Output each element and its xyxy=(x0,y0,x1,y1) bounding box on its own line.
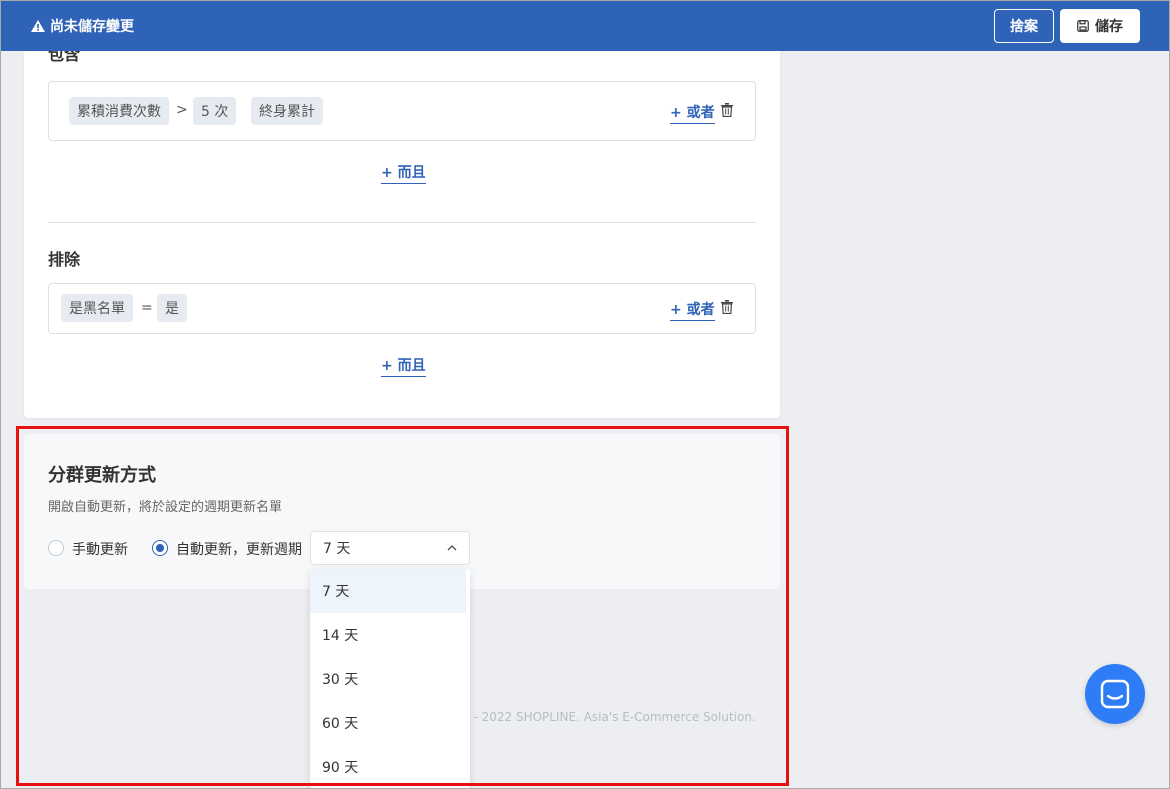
rule-operator: > xyxy=(176,102,188,118)
floppy-disk-icon xyxy=(1077,20,1089,32)
trash-icon[interactable] xyxy=(721,103,733,117)
rule-value-chip[interactable]: 是 xyxy=(157,294,187,322)
add-and-condition-link[interactable]: + 而且 xyxy=(381,162,426,184)
trash-icon[interactable] xyxy=(721,300,733,314)
rule-period-chip[interactable]: 終身累計 xyxy=(251,97,323,125)
highlight-annotation-box xyxy=(16,426,789,786)
unsaved-changes-bar: 尚未儲存變更 捨案 儲存 xyxy=(0,0,1170,51)
add-or-condition-link[interactable]: + 或者 xyxy=(670,102,715,124)
exclude-section-title: 排除 xyxy=(48,250,81,269)
warning-icon xyxy=(31,19,45,32)
chat-icon xyxy=(1100,679,1130,709)
rule-field-chip[interactable]: 累積消費次數 xyxy=(69,97,169,125)
unsaved-notice: 尚未儲存變更 xyxy=(31,16,134,36)
chat-launcher-button[interactable] xyxy=(1085,664,1145,724)
rule-operator: = xyxy=(141,300,153,316)
add-or-condition-link[interactable]: + 或者 xyxy=(670,299,715,321)
discard-button[interactable]: 捨案 xyxy=(994,9,1054,43)
section-divider xyxy=(48,222,756,223)
unsaved-text: 尚未儲存變更 xyxy=(50,18,134,35)
save-button[interactable]: 儲存 xyxy=(1060,9,1140,43)
save-label: 儲存 xyxy=(1095,19,1123,35)
exclude-rule-row xyxy=(48,283,756,334)
rule-value-chip[interactable]: 5 次 xyxy=(193,97,237,125)
add-and-condition-link[interactable]: + 而且 xyxy=(381,355,426,377)
rule-field-chip[interactable]: 是黑名單 xyxy=(61,294,133,322)
